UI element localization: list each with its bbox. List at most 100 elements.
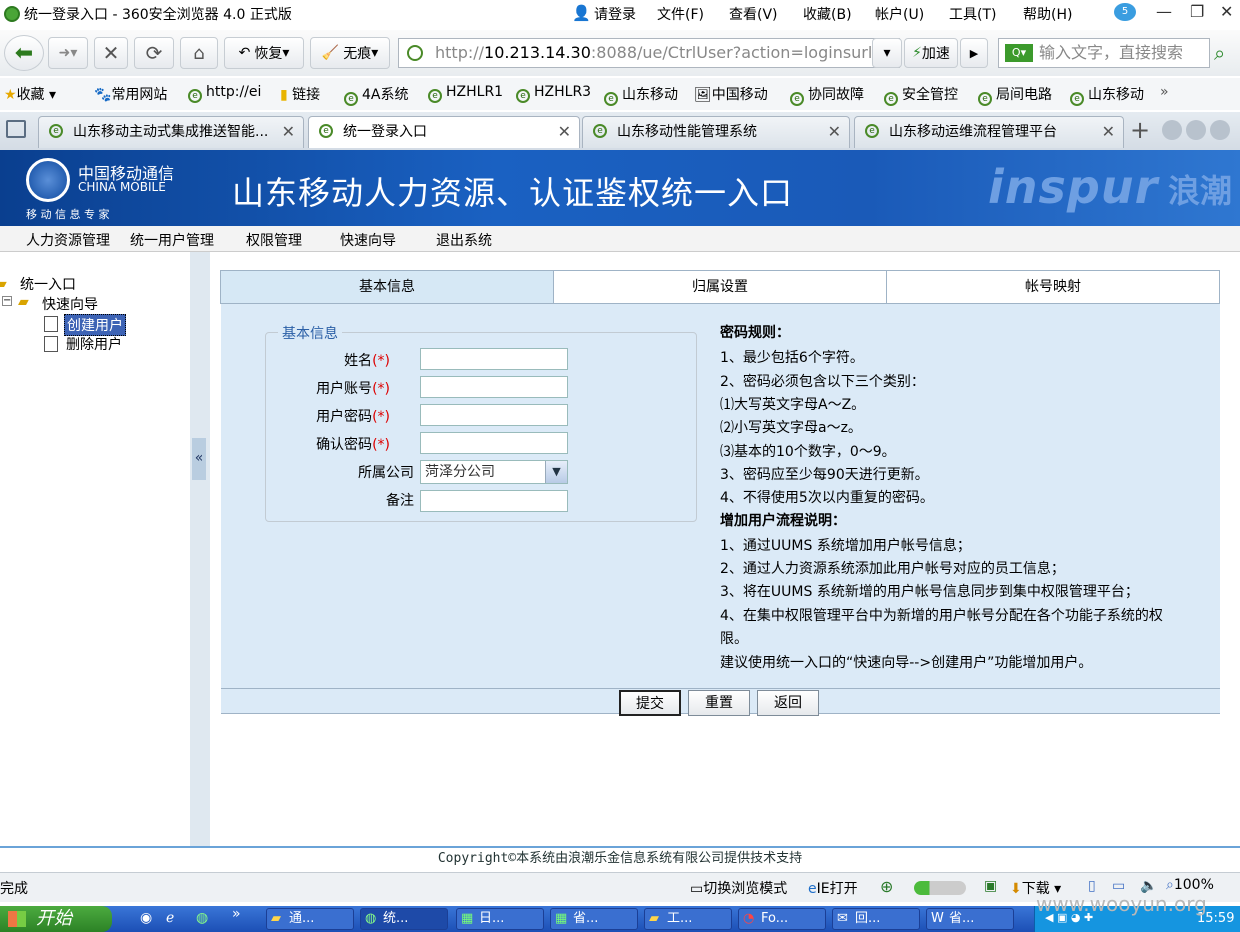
- maximize-icon[interactable]: ❐: [1190, 2, 1204, 21]
- security-icon[interactable]: ⊕: [880, 877, 893, 896]
- submit-button[interactable]: 提交: [619, 690, 681, 716]
- home-button[interactable]: ⌂: [180, 37, 218, 69]
- tab-list-icon[interactable]: [1210, 120, 1230, 140]
- tab-ownership[interactable]: 归属设置: [553, 270, 887, 304]
- search-icon[interactable]: ⌕: [1214, 41, 1225, 65]
- search-engine-icon[interactable]: Q▾: [1005, 44, 1033, 62]
- menu-view[interactable]: 查看(V): [729, 4, 778, 24]
- chevron-down-icon[interactable]: ▼: [545, 461, 567, 483]
- task-word[interactable]: W 省...: [926, 908, 1014, 930]
- tab-operations-flow[interactable]: e 山东移动运维流程管理平台 ✕: [854, 116, 1124, 148]
- module-user-mgmt[interactable]: 统一用户管理: [130, 230, 214, 250]
- forward-button[interactable]: ➜▾: [48, 37, 88, 69]
- name-input[interactable]: [420, 348, 568, 370]
- switch-mode-button[interactable]: ▭切换浏览模式: [690, 878, 787, 898]
- fav-china-mobile[interactable]: 🖼中国移动: [694, 84, 768, 104]
- refresh-button[interactable]: ⟳: [134, 37, 174, 69]
- menu-account[interactable]: 帐户(U): [875, 4, 924, 24]
- close-tab-icon[interactable]: ✕: [282, 117, 295, 147]
- fav-http-ei[interactable]: e http://ei: [188, 84, 261, 103]
- inspur-brand-cn: 浪潮: [1168, 172, 1233, 210]
- tab-basic-info[interactable]: 基本信息: [220, 270, 554, 304]
- word-icon: W: [931, 911, 944, 926]
- back-button-form[interactable]: 返回: [757, 690, 819, 716]
- fav-links[interactable]: ▮ 链接: [280, 84, 320, 104]
- close-tab-icon[interactable]: ✕: [558, 117, 571, 147]
- stop-button[interactable]: ✕: [94, 37, 128, 69]
- fav-hzhlr3[interactable]: e HZHLR3: [516, 84, 591, 103]
- tree-item-create-user[interactable]: 创建用户: [64, 314, 126, 336]
- task-tools[interactable]: ▰ 工...: [644, 908, 732, 930]
- fav-shandong-mobile[interactable]: e 山东移动: [604, 84, 678, 106]
- collapse-sidebar-button[interactable]: «: [192, 438, 206, 480]
- tree-item-delete-user[interactable]: 删除用户: [66, 334, 122, 354]
- incognito-button[interactable]: 🧹 无痕 ▾: [310, 37, 390, 69]
- excel-icon: ▦: [461, 911, 474, 926]
- back-button[interactable]: ⬅: [4, 35, 44, 71]
- module-quick-guide[interactable]: 快速向导: [340, 230, 396, 250]
- remark-input[interactable]: [420, 490, 568, 512]
- close-tab-icon[interactable]: ✕: [828, 117, 841, 147]
- module-logout[interactable]: 退出系统: [436, 230, 492, 250]
- quicklaunch-icon[interactable]: ◉: [140, 910, 152, 926]
- tree-folder-quick-guide[interactable]: 快速向导: [42, 294, 98, 314]
- module-hr[interactable]: 人力资源管理: [26, 230, 110, 250]
- tab-unified-login[interactable]: e 统一登录入口 ✕: [308, 116, 580, 148]
- start-button[interactable]: 开始: [0, 906, 112, 932]
- accelerate-button[interactable]: ⚡ 加速: [904, 38, 958, 68]
- reset-button[interactable]: 重置: [688, 690, 750, 716]
- browser-quicklaunch-icon[interactable]: ◍: [196, 910, 208, 926]
- module-permission[interactable]: 权限管理: [246, 230, 302, 250]
- task-log[interactable]: ▦ 日...: [456, 908, 544, 930]
- notification-icon[interactable]: 5: [1114, 3, 1136, 21]
- fav-common-sites[interactable]: 🐾常用网站: [94, 84, 167, 104]
- tab-proactive-push[interactable]: e 山东移动主动式集成推送智能... ✕: [38, 116, 304, 148]
- tree-root[interactable]: 统一入口: [20, 274, 76, 294]
- zoom-control[interactable]: ⌕100%: [1166, 877, 1214, 893]
- task-province[interactable]: ▦ 省...: [550, 908, 638, 930]
- menu-tools[interactable]: 工具(T): [949, 4, 996, 24]
- toggle-switch[interactable]: [914, 881, 966, 895]
- fav-circuit[interactable]: e 局间电路: [978, 84, 1052, 106]
- tab-performance[interactable]: e 山东移动性能管理系统 ✕: [582, 116, 850, 148]
- task-explorer[interactable]: ▰ 通...: [266, 908, 354, 930]
- confirm-password-input[interactable]: [420, 432, 568, 454]
- ie-quicklaunch-icon[interactable]: ℯ: [166, 910, 174, 926]
- address-bar[interactable]: http://10.213.14.30:8088/ue/CtrlUser?act…: [398, 38, 900, 68]
- favorites-menu[interactable]: ★收藏 ▾: [4, 84, 56, 104]
- address-dropdown-button[interactable]: ▾: [872, 38, 902, 68]
- go-button[interactable]: ▶: [960, 38, 988, 68]
- fav-4a[interactable]: e 4A系统: [344, 84, 408, 106]
- panel-splitter[interactable]: [190, 252, 210, 846]
- password-input[interactable]: [420, 404, 568, 426]
- login-link[interactable]: 请登录: [594, 4, 636, 24]
- fav-shandong-mobile-2[interactable]: e 山东移动: [1070, 84, 1144, 106]
- account-input[interactable]: [420, 376, 568, 398]
- close-tab-icon[interactable]: ✕: [1102, 117, 1115, 147]
- close-window-icon[interactable]: ✕: [1220, 2, 1233, 21]
- more-favorites-icon[interactable]: »: [1160, 84, 1169, 100]
- fav-fault[interactable]: e 协同故障: [790, 84, 864, 106]
- menu-favorites[interactable]: 收藏(B): [803, 4, 852, 24]
- tab-scroll-right-icon[interactable]: [1186, 120, 1206, 140]
- collapse-node-icon[interactable]: −: [2, 296, 12, 306]
- tab-scroll-left-icon[interactable]: [1162, 120, 1182, 140]
- task-reply[interactable]: ✉ 回...: [832, 908, 920, 930]
- task-label: 工...: [667, 911, 693, 926]
- ie-open-button[interactable]: eIE打开: [808, 878, 858, 898]
- screenshot-icon[interactable]: ▣: [984, 878, 997, 894]
- task-foxmail[interactable]: ◔ Fo...: [738, 908, 826, 930]
- tab-account-mapping[interactable]: 帐号映射: [886, 270, 1220, 304]
- company-select[interactable]: 菏泽分公司 ▼: [420, 460, 568, 484]
- restore-button[interactable]: ↶ 恢复 ▾: [224, 37, 304, 69]
- fav-security[interactable]: e 安全管控: [884, 84, 958, 106]
- menu-help[interactable]: 帮助(H): [1023, 4, 1072, 24]
- more-quicklaunch-icon[interactable]: »: [232, 906, 241, 922]
- new-tab-icon[interactable]: +: [1130, 116, 1150, 144]
- fav-hzhlr1[interactable]: e HZHLR1: [428, 84, 503, 103]
- menu-file[interactable]: 文件(F): [657, 4, 704, 24]
- search-input[interactable]: Q▾ 输入文字，直接搜索: [998, 38, 1210, 68]
- minimize-icon[interactable]: —: [1156, 2, 1172, 21]
- task-browser[interactable]: ◍ 统...: [360, 908, 448, 930]
- sidebar-toggle-icon[interactable]: [6, 120, 26, 138]
